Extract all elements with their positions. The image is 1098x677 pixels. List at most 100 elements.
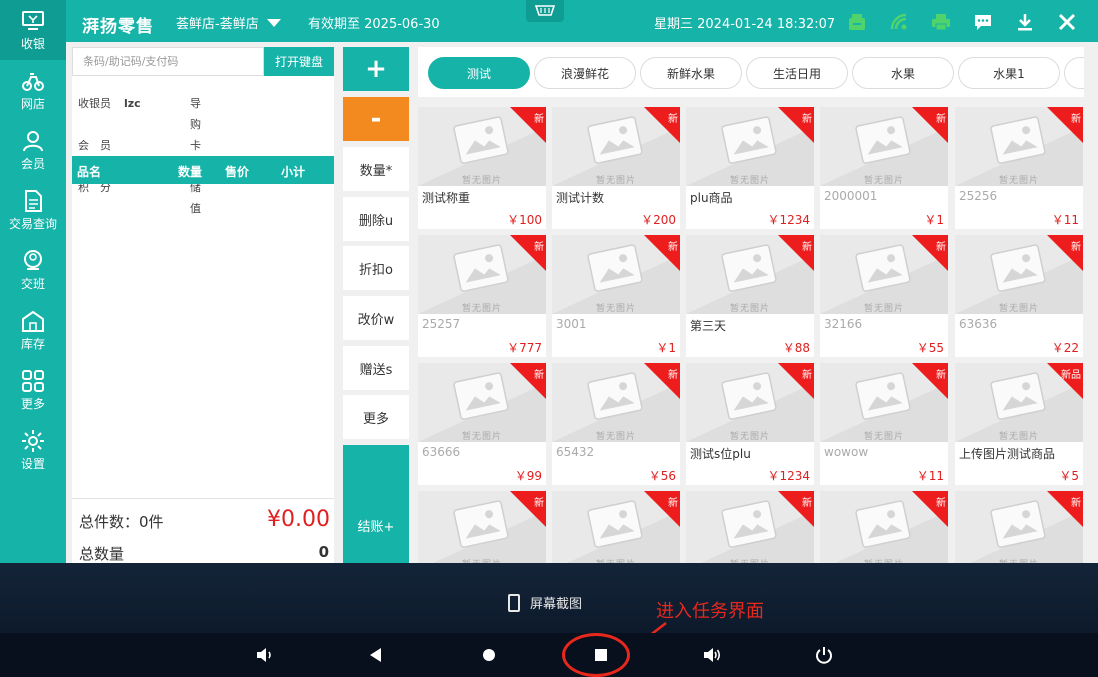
- new-badge: 新: [534, 242, 544, 253]
- barcode-input[interactable]: [72, 47, 264, 76]
- wifi-icon[interactable]: [888, 11, 910, 33]
- tab-category[interactable]: 水果1: [958, 57, 1060, 89]
- product-card[interactable]: 暂无图片 新 63666 ￥99: [418, 363, 546, 485]
- tab-category[interactable]: 新鲜水果: [640, 57, 742, 89]
- checkout-button[interactable]: 结账+: [343, 445, 409, 563]
- header-bar: 湃扬零售 荟鲜店-荟鲜店 有效期至 2025-06-30 星期三 2024-01…: [66, 0, 1098, 42]
- product-name: 32166: [824, 317, 863, 331]
- screenshot-button[interactable]: 屏幕截图: [508, 593, 582, 612]
- close-icon[interactable]: [1056, 11, 1078, 33]
- product-price: ￥1: [656, 341, 676, 355]
- product-card[interactable]: 暂无图片 新 25257 ￥777: [418, 235, 546, 357]
- product-price: ￥777: [507, 341, 542, 355]
- sidebar-item-member[interactable]: 会员: [0, 120, 66, 180]
- product-card[interactable]: 暂无图片 新第三天 ￥88: [686, 235, 814, 357]
- tab-category[interactable]: 浪漫鲜花: [534, 57, 636, 89]
- sidebar-item-label: 收银: [20, 36, 45, 51]
- sidebar-item-label: 库存: [20, 336, 45, 351]
- delete-button[interactable]: 删除u: [343, 197, 409, 241]
- open-keyboard-button[interactable]: 打开键盘: [264, 47, 334, 76]
- product-card[interactable]: 暂无图片 新 63636 ￥22: [955, 235, 1083, 357]
- product-name: 2000001: [824, 189, 878, 203]
- annotation-text: 进入任务界面: [656, 601, 764, 622]
- product-card[interactable]: 暂无图片 新 2000001 ￥1: [820, 107, 948, 229]
- bike-icon: [20, 69, 46, 93]
- guide-label[interactable]: 导 购: [190, 93, 220, 135]
- back-icon[interactable]: [364, 643, 388, 667]
- home-icon[interactable]: [477, 643, 501, 667]
- product-name: 上传图片测试商品: [959, 447, 1056, 461]
- action-column: + - 数量* 删除u 折扣o 改价w 赠送s 更多 结账+: [343, 47, 409, 563]
- increase-button[interactable]: +: [343, 47, 409, 91]
- product-price: ￥200: [641, 213, 676, 227]
- sidebar-item-inventory[interactable]: 库存: [0, 300, 66, 360]
- download-icon[interactable]: [1014, 11, 1036, 33]
- printer-icon[interactable]: [930, 11, 952, 33]
- product-card[interactable]: 暂无图片 新 plu商品 ￥1234: [686, 107, 814, 229]
- new-badge: 新: [936, 370, 946, 381]
- datetime: 星期三 2024-01-24 18:32:07: [654, 17, 836, 32]
- discount-button[interactable]: 折扣o: [343, 246, 409, 290]
- gift-button[interactable]: 赠送s: [343, 346, 409, 390]
- change-price-button[interactable]: 改价w: [343, 296, 409, 340]
- product-card[interactable]: 暂无图片 新测试称重 ￥100: [418, 107, 546, 229]
- sidebar-item-settings[interactable]: 设置: [0, 420, 66, 480]
- no-image-text: 暂无图片: [461, 176, 502, 186]
- more-button[interactable]: 更多: [343, 395, 409, 439]
- document-icon: [20, 189, 46, 213]
- product-card[interactable]: 暂无图片 新 32166 ￥55: [820, 235, 948, 357]
- sidebar-item-checkout[interactable]: 收银: [0, 0, 66, 60]
- no-image-text: 暂无图片: [998, 176, 1039, 186]
- product-card[interactable]: 暂无图片 新 3001 ￥1: [552, 235, 680, 357]
- product-card[interactable]: 暂无图片 新 25256 ￥11: [955, 107, 1083, 229]
- total-qty-label: 总数量: [79, 545, 125, 563]
- new-badge: 新品: [1061, 370, 1081, 381]
- decrease-button[interactable]: -: [343, 97, 409, 141]
- cash-drawer-icon[interactable]: [846, 11, 868, 33]
- sidebar-item-online-store[interactable]: 网店: [0, 60, 66, 120]
- product-card[interactable]: 暂无图片 新测试s位plu ￥1234: [686, 363, 814, 485]
- store-selector[interactable]: 荟鲜店-荟鲜店: [176, 13, 281, 32]
- no-image-text: 暂无图片: [863, 304, 904, 314]
- volume-down-icon[interactable]: [252, 643, 276, 667]
- navigation-bar: [0, 633, 1098, 677]
- product-card[interactable]: 暂无图片新: [686, 491, 814, 563]
- screenshot-label: 屏幕截图: [530, 597, 583, 612]
- product-card[interactable]: 暂无图片 新测试计数 ￥200: [552, 107, 680, 229]
- volume-up-icon[interactable]: [700, 643, 724, 667]
- app-logo: 湃扬零售: [82, 17, 154, 37]
- pos-app: 收银 网店 会员 交易查询 交班 库存 更多 设置 湃扬零售 荟鲜店-荟鲜店 有…: [0, 0, 1098, 563]
- product-card[interactable]: 暂无图片新: [418, 491, 546, 563]
- product-card[interactable]: 暂无图片 新 65432 ￥56: [552, 363, 680, 485]
- sidebar-item-handover[interactable]: 交班: [0, 240, 66, 300]
- message-icon[interactable]: [972, 11, 994, 33]
- tab-category-overflow[interactable]: [1064, 57, 1084, 89]
- pull-down-tab[interactable]: [526, 0, 564, 22]
- no-image-text: 暂无图片: [729, 304, 770, 314]
- sidebar-item-more[interactable]: 更多: [0, 360, 66, 420]
- new-badge: 新: [1071, 242, 1081, 253]
- product-card[interactable]: 暂无图片 新 wowow ￥11: [820, 363, 948, 485]
- no-image-text: 暂无图片: [998, 304, 1039, 314]
- new-badge: 新: [936, 242, 946, 253]
- tab-category[interactable]: 测试: [428, 57, 530, 89]
- sidebar-item-transactions[interactable]: 交易查询: [0, 180, 66, 240]
- quantity-button[interactable]: 数量*: [343, 147, 409, 191]
- product-card[interactable]: 暂无图片新: [552, 491, 680, 563]
- tab-category[interactable]: 生活日用: [746, 57, 848, 89]
- product-name: 25257: [422, 317, 461, 331]
- no-image-text: 暂无图片: [461, 304, 502, 314]
- tab-category[interactable]: 水果: [852, 57, 954, 89]
- product-card[interactable]: 暂无图片新: [820, 491, 948, 563]
- handover-icon: [20, 249, 46, 273]
- product-name: wowow: [824, 445, 869, 459]
- product-card[interactable]: 暂无图片 新品 上传图片测试商品 ￥5: [955, 363, 1083, 485]
- power-icon[interactable]: [812, 643, 836, 667]
- product-price: ￥1234: [767, 469, 810, 483]
- chevron-down-icon: [266, 18, 281, 27]
- order-totals: 总件数：0件 ¥0.00 总数量 0: [72, 498, 334, 563]
- product-card[interactable]: 暂无图片新: [955, 491, 1083, 563]
- product-price: ￥56: [648, 469, 676, 483]
- cashier-value: lzc: [124, 97, 141, 110]
- warehouse-icon: [20, 309, 46, 333]
